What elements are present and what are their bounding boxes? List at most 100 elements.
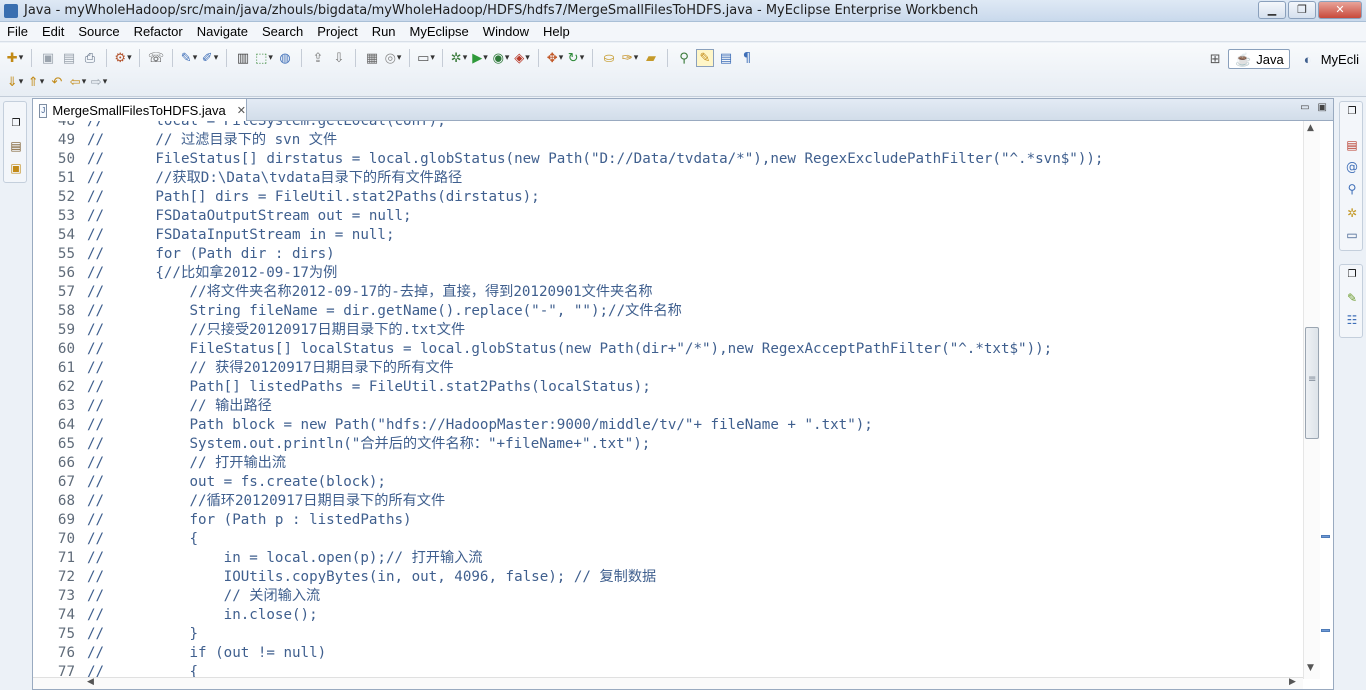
menu-search[interactable]: Search xyxy=(255,24,310,39)
menu-refactor[interactable]: Refactor xyxy=(127,24,190,39)
perspective-java[interactable]: ☕ Java xyxy=(1228,49,1290,69)
console-icon[interactable]: ▭ xyxy=(1345,228,1359,242)
new-class-icon[interactable]: ✎ xyxy=(180,49,198,67)
declaration-icon[interactable]: ⚲ xyxy=(1345,182,1359,196)
coverage-icon[interactable]: ◉ xyxy=(492,49,510,67)
vertical-scrollbar[interactable]: ▲ ▼ xyxy=(1303,121,1333,689)
prev-annotation-icon[interactable]: ⇑ xyxy=(27,73,45,91)
line-code: // in.close(); xyxy=(87,607,318,623)
restore-icon[interactable]: ❐ xyxy=(1345,105,1359,119)
menu-help[interactable]: Help xyxy=(536,24,577,39)
hierarchy-icon[interactable]: ▣ xyxy=(9,161,23,175)
perspective-switcher: ⊞ ☕ Java ◐ MyEcli xyxy=(1206,47,1366,71)
line-number: 68 xyxy=(57,493,75,509)
code-lines: 48// local = FileSystem.getLocal(conf); 4… xyxy=(33,121,1303,679)
profile-icon[interactable]: ✥ xyxy=(546,49,564,67)
server-icon[interactable]: ▥ xyxy=(234,49,252,67)
perspective-myeclipse-label: MyEcli xyxy=(1320,51,1359,67)
menu-source[interactable]: Source xyxy=(71,24,126,39)
package-explorer-icon[interactable]: ▤ xyxy=(9,139,23,153)
editor-tab[interactable]: J MergeSmallFilesToHDFS.java ✕ xyxy=(33,99,247,122)
new-wizard-icon[interactable]: ✚ xyxy=(6,49,24,67)
save-all-icon[interactable]: ▤ xyxy=(60,49,78,67)
left-trim-stack: ❐ ▤ ▣ xyxy=(0,98,30,690)
scroll-right-icon[interactable]: ▶ xyxy=(1289,677,1296,687)
overview-ruler[interactable] xyxy=(1321,121,1331,679)
line-number: 73 xyxy=(57,588,75,604)
folder-icon[interactable]: ▰ xyxy=(642,49,660,67)
table-icon[interactable]: ▦ xyxy=(363,49,381,67)
deploy-icon[interactable]: ⇪ xyxy=(309,49,327,67)
globe-icon[interactable]: ◎ xyxy=(384,49,402,67)
line-number: 54 xyxy=(57,227,75,243)
block-select-icon[interactable]: ▤ xyxy=(717,49,735,67)
open-type-icon[interactable]: ⚙ xyxy=(114,49,132,67)
tab-close-icon[interactable]: ✕ xyxy=(237,104,246,117)
refresh-icon[interactable]: ↻ xyxy=(567,49,585,67)
debug-icon[interactable]: ✲ xyxy=(450,49,468,67)
editor-tab-label: MergeSmallFilesToHDFS.java xyxy=(52,103,226,118)
menu-run[interactable]: Run xyxy=(365,24,403,39)
open-perspective-icon[interactable]: ⊞ xyxy=(1206,50,1224,68)
next-annotation-icon[interactable]: ⇓ xyxy=(6,73,24,91)
scroll-up-icon[interactable]: ▲ xyxy=(1307,123,1314,133)
menu-window[interactable]: Window xyxy=(476,24,536,39)
web-icon[interactable]: ◍ xyxy=(276,49,294,67)
menu-file[interactable]: File xyxy=(0,24,35,39)
highlight-icon[interactable]: ✎ xyxy=(696,49,714,67)
line-code: // if (out != null) xyxy=(87,645,327,661)
code-line: 69 // for (Path p : listedPaths) xyxy=(33,511,1303,530)
code-line: 66 // // 打开输出流 xyxy=(33,454,1303,473)
restore-icon[interactable]: ❐ xyxy=(9,117,23,131)
line-code: // {//比如拿2012-09-17为例 xyxy=(87,265,338,281)
line-number: 49 xyxy=(57,132,75,148)
whitespace-icon[interactable]: ¶ xyxy=(738,49,756,67)
line-code: // Path block = new Path("hdfs://HadoopM… xyxy=(87,417,873,433)
scroll-thumb[interactable] xyxy=(1305,327,1319,439)
open-folder-icon[interactable]: ⛀ xyxy=(600,49,618,67)
menu-edit[interactable]: Edit xyxy=(35,24,71,39)
skeleton-icon[interactable]: ☏ xyxy=(147,49,165,67)
browser-icon[interactable]: ⬚ xyxy=(255,49,273,67)
outline-icon[interactable]: ☷ xyxy=(1345,313,1359,327)
code-line: 63 // // 输出路径 xyxy=(33,397,1303,416)
overview-mark[interactable] xyxy=(1321,629,1330,632)
undo-deploy-icon[interactable]: ⇩ xyxy=(330,49,348,67)
image-icon[interactable]: ▭ xyxy=(417,49,435,67)
problems-icon[interactable]: ▤ xyxy=(1345,138,1359,152)
code-line: 51 // //获取D:\Data\tvdata目录下的所有文件路径 xyxy=(33,169,1303,188)
code-line: 53 // FSDataOutputStream out = null; xyxy=(33,207,1303,226)
pin-icon[interactable]: ⚲ xyxy=(675,49,693,67)
forward-icon[interactable]: ⇨ xyxy=(90,73,108,91)
line-number: 76 xyxy=(57,645,75,661)
overview-mark[interactable] xyxy=(1321,535,1330,538)
toolbar-row-2: ⇓ ⇑ ↶ ⇦ ⇨ xyxy=(6,70,108,94)
menu-myeclipse[interactable]: MyEclipse xyxy=(403,24,476,39)
javadoc-icon[interactable]: @ xyxy=(1345,160,1359,174)
servers-icon[interactable]: ✲ xyxy=(1345,206,1359,220)
scroll-left-icon[interactable]: ◀ xyxy=(87,677,94,687)
maximize-editor-icon[interactable]: ▣ xyxy=(1318,102,1327,113)
run-icon[interactable]: ▶ xyxy=(471,49,489,67)
new-package-icon[interactable]: ✐ xyxy=(201,49,219,67)
scroll-down-icon[interactable]: ▼ xyxy=(1307,663,1314,673)
save-icon[interactable]: ▣ xyxy=(39,49,57,67)
tasks-icon[interactable]: ✎ xyxy=(1345,291,1359,305)
close-button[interactable]: ✕ xyxy=(1318,1,1362,19)
print-icon[interactable]: ⎙ xyxy=(81,49,99,67)
code-area[interactable]: 48// local = FileSystem.getLocal(conf); 4… xyxy=(33,121,1303,679)
last-edit-icon[interactable]: ↶ xyxy=(48,73,66,91)
horizontal-scrollbar[interactable]: ◀ ▶ xyxy=(33,677,1303,689)
brush-icon[interactable]: ✑ xyxy=(621,49,639,67)
external-tools-icon[interactable]: ◈ xyxy=(513,49,531,67)
back-icon[interactable]: ⇦ xyxy=(69,73,87,91)
minimize-editor-icon[interactable]: ▭ xyxy=(1300,102,1309,113)
minimize-button[interactable]: ▁ xyxy=(1258,1,1286,19)
maximize-button[interactable]: ❐ xyxy=(1288,1,1316,19)
perspective-myeclipse[interactable]: ◐ MyEcli xyxy=(1294,49,1364,69)
restore-icon[interactable]: ❐ xyxy=(1345,268,1359,282)
window-controls: ▁ ❐ ✕ xyxy=(1258,1,1362,19)
scroll-track[interactable]: ▲ ▼ xyxy=(1303,121,1320,679)
menu-project[interactable]: Project xyxy=(310,24,364,39)
menu-navigate[interactable]: Navigate xyxy=(190,24,255,39)
